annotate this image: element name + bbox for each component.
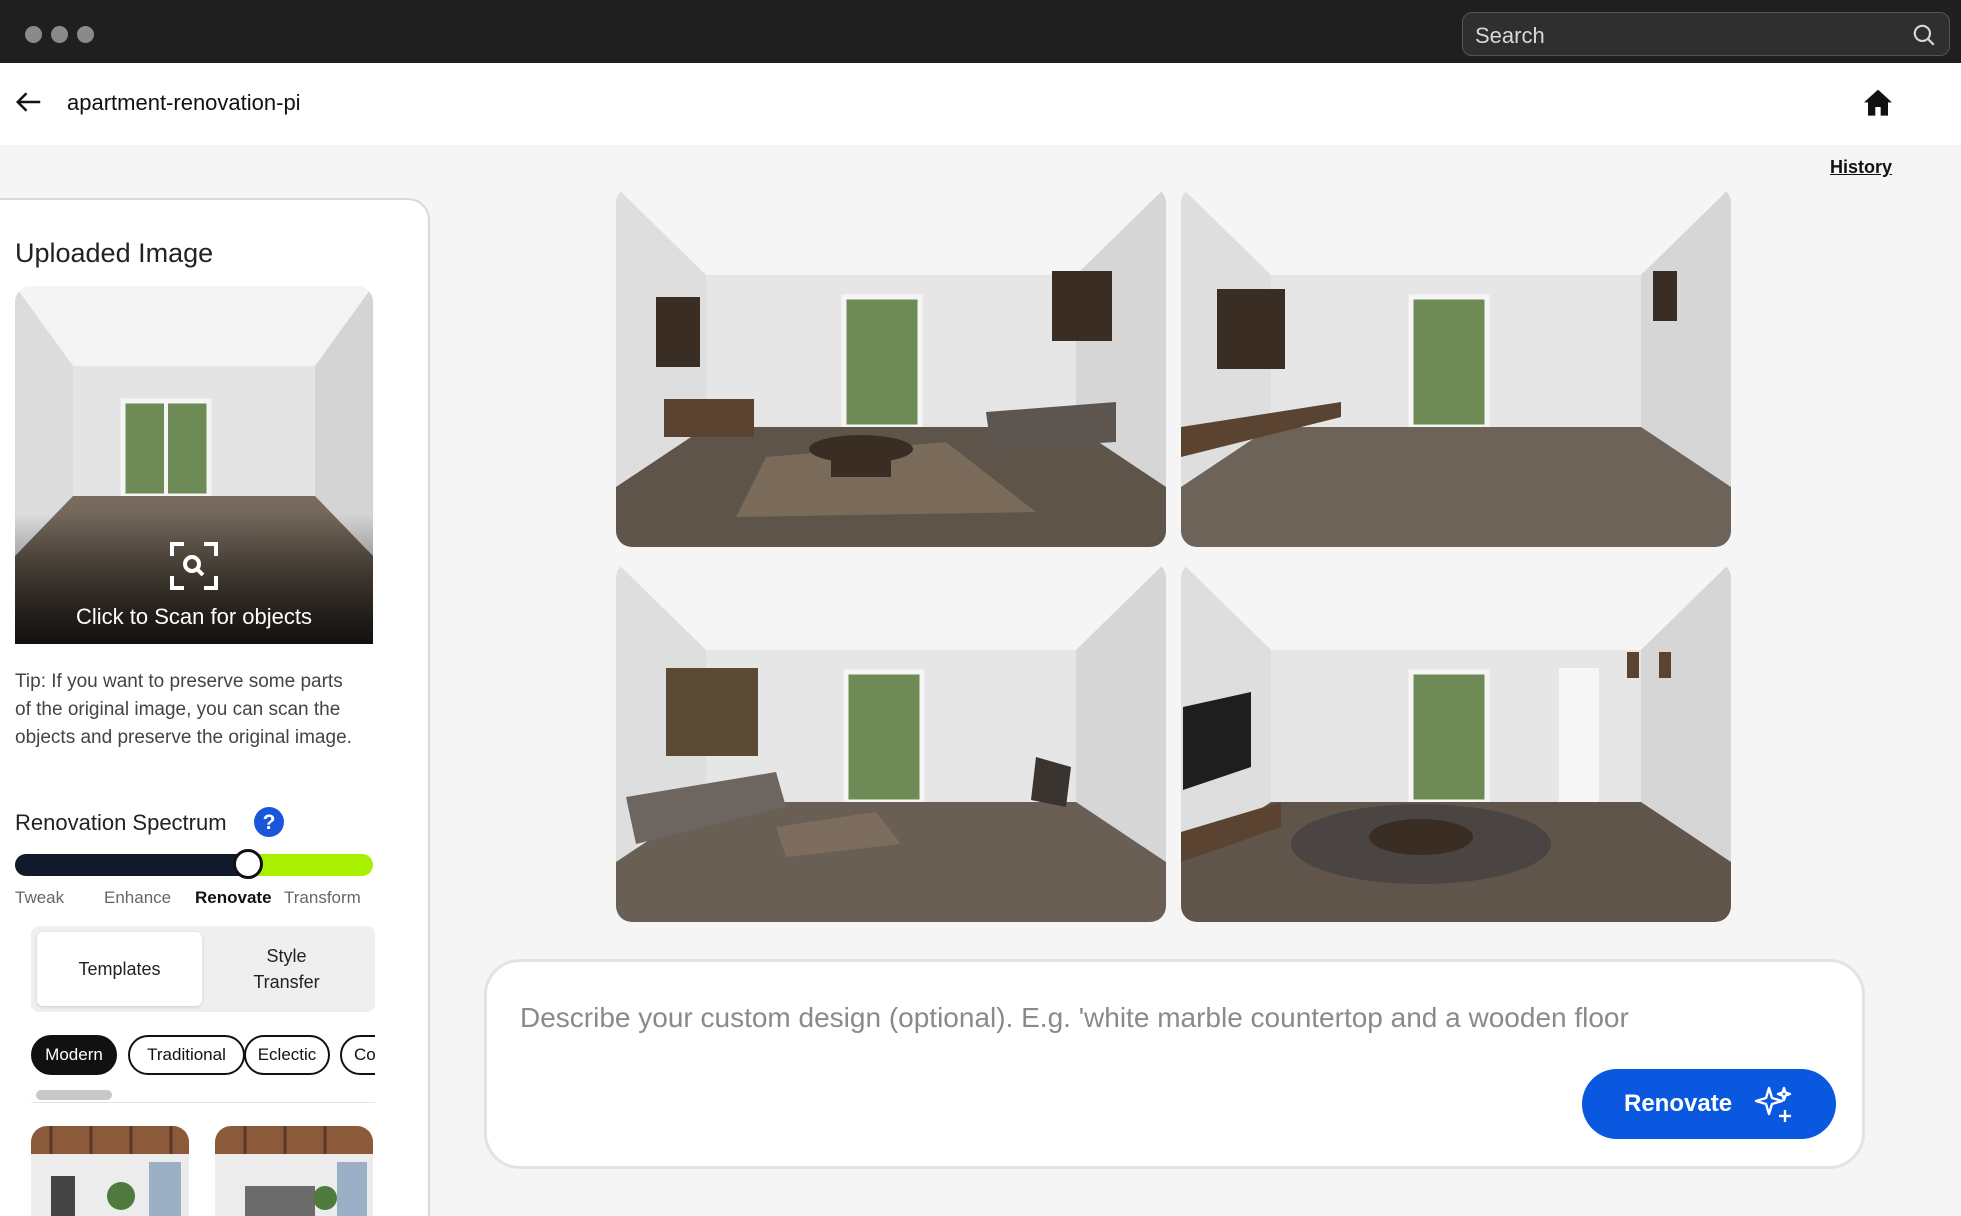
- result-image-3[interactable]: [616, 562, 1166, 922]
- slider-handle[interactable]: [233, 849, 263, 879]
- svg-text:?: ?: [263, 811, 276, 834]
- scan-objects-label[interactable]: Click to Scan for objects: [15, 604, 373, 630]
- chips-scrollbar[interactable]: [36, 1090, 112, 1100]
- renovate-button[interactable]: Renovate: [1582, 1069, 1836, 1139]
- tab-style-transfer[interactable]: Style Transfer: [204, 932, 369, 1006]
- project-name: apartment-renovation-pi: [67, 90, 301, 115]
- uploaded-image-title: Uploaded Image: [15, 238, 214, 268]
- template-thumbnail[interactable]: [31, 1126, 189, 1216]
- result-picture-1: [616, 187, 1166, 547]
- chip-contemporary[interactable]: Co: [340, 1035, 375, 1075]
- scan-objects-icon[interactable]: [168, 540, 220, 592]
- search-icon[interactable]: [1911, 22, 1937, 48]
- renovation-spectrum-slider[interactable]: [15, 854, 373, 876]
- style-chips: Modern Traditional Eclectic Co: [31, 1035, 375, 1077]
- chip-traditional[interactable]: Traditional: [128, 1035, 245, 1075]
- app-header: apartment-renovation-pi: [0, 63, 1961, 145]
- window-minimize-dot[interactable]: [51, 26, 68, 43]
- help-question-icon[interactable]: ?: [253, 806, 285, 838]
- spectrum-labels: Tweak Enhance Renovate Transform: [15, 888, 375, 912]
- window-close-dot[interactable]: [25, 26, 42, 43]
- chip-modern[interactable]: Modern: [31, 1035, 117, 1075]
- sidebar-panel: Uploaded Image Click to Scan for objects…: [0, 198, 430, 1216]
- tip-text: Tip: If you want to preserve some parts …: [15, 671, 352, 748]
- result-image-2[interactable]: [1181, 187, 1731, 547]
- tab-templates[interactable]: Templates: [37, 932, 202, 1006]
- chips-divider: [31, 1102, 375, 1103]
- back-arrow-icon[interactable]: [14, 87, 44, 117]
- search-placeholder: Search: [1475, 23, 1545, 48]
- uploaded-image[interactable]: Click to Scan for objects: [15, 286, 373, 644]
- sparkle-icon: [1754, 1086, 1792, 1122]
- history-link[interactable]: History: [1830, 157, 1892, 178]
- mode-toggle: Templates Style Transfer: [31, 926, 375, 1012]
- window-zoom-dot[interactable]: [77, 26, 94, 43]
- search-input[interactable]: Search: [1462, 12, 1950, 56]
- chip-eclectic[interactable]: Eclectic: [244, 1035, 330, 1075]
- result-picture-3: [616, 562, 1166, 922]
- home-icon[interactable]: [1862, 87, 1894, 119]
- custom-design-input[interactable]: [520, 998, 1820, 1038]
- renovation-spectrum-title: Renovation Spectrum: [15, 810, 227, 835]
- spectrum-label-tweak[interactable]: Tweak: [15, 888, 64, 908]
- renovate-button-label: Renovate: [1624, 1090, 1733, 1117]
- template-picture: [31, 1126, 189, 1216]
- spectrum-label-transform[interactable]: Transform: [284, 888, 361, 908]
- result-image-4[interactable]: [1181, 562, 1731, 922]
- window-titlebar: Search: [0, 0, 1961, 63]
- result-picture-2: [1181, 187, 1731, 547]
- prompt-panel: Renovate: [484, 959, 1865, 1169]
- result-image-1[interactable]: [616, 187, 1166, 547]
- slider-fill: [15, 854, 248, 876]
- spectrum-label-enhance[interactable]: Enhance: [104, 888, 171, 908]
- template-picture: [215, 1126, 373, 1216]
- template-thumbnail[interactable]: [215, 1126, 373, 1216]
- result-picture-4: [1181, 562, 1731, 922]
- spectrum-label-renovate[interactable]: Renovate: [195, 888, 272, 908]
